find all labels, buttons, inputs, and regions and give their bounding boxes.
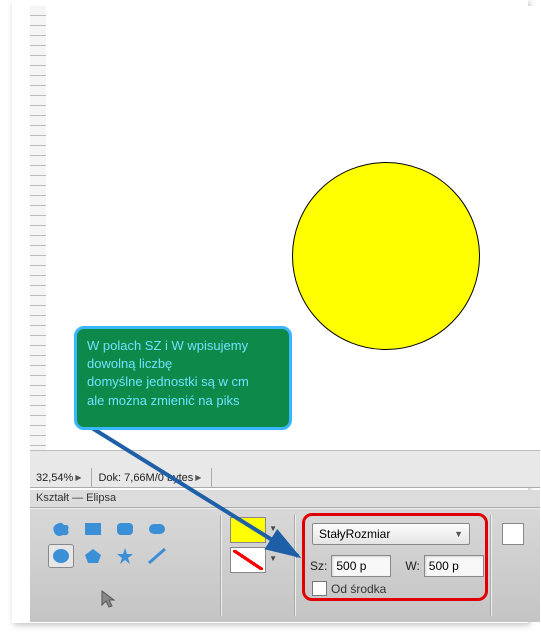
chevron-right-icon[interactable]: ▶ xyxy=(193,473,205,482)
tool-options-bar: ▼ ▼ StałyRozmiar ▼ Sz: W: Od środka xyxy=(30,508,540,622)
status-bar: 32,54% ▶ Dok: 7,66M/0 bytes ▶ xyxy=(30,468,540,488)
vertical-ruler xyxy=(30,6,47,450)
pill-shape-icon[interactable] xyxy=(144,517,170,541)
horizontal-scrollbar[interactable] xyxy=(30,450,540,470)
ellipse-shape[interactable] xyxy=(292,162,480,350)
chevron-right-icon[interactable]: ▶ xyxy=(73,473,85,482)
divider xyxy=(294,515,296,616)
chevron-down-icon[interactable]: ▼ xyxy=(269,524,277,533)
callout-text: dowolną liczbę xyxy=(87,355,279,373)
cursor-tool-icon[interactable] xyxy=(98,589,124,613)
chevron-down-icon[interactable]: ▼ xyxy=(269,554,277,563)
size-mode-dropdown[interactable]: StałyRozmiar ▼ xyxy=(312,523,470,545)
star-shape-icon[interactable] xyxy=(112,544,138,568)
chevron-down-icon: ▼ xyxy=(454,529,463,539)
divider xyxy=(220,515,222,616)
stroke-color-swatch[interactable]: ▼ xyxy=(230,547,266,573)
ellipse-shape-icon[interactable] xyxy=(48,544,74,568)
callout-text: ale można zmienić na piks xyxy=(87,392,279,410)
height-label: W: xyxy=(405,559,419,573)
from-center-label: Od środka xyxy=(331,582,386,596)
fill-color-swatch[interactable]: ▼ xyxy=(230,517,266,543)
tool-name-label: Kształt — Elipsa xyxy=(30,490,540,508)
zoom-level[interactable]: 32,54% xyxy=(36,472,73,484)
width-input[interactable] xyxy=(331,555,391,577)
style-swatch[interactable] xyxy=(502,523,524,545)
divider xyxy=(490,515,492,616)
width-label: Sz: xyxy=(310,559,327,573)
callout-text: domyślne jednostki są w cm xyxy=(87,373,279,391)
line-shape-icon[interactable] xyxy=(144,544,170,568)
height-input[interactable] xyxy=(424,555,484,577)
shape-palette xyxy=(48,517,220,571)
rounded-rectangle-shape-icon[interactable] xyxy=(112,517,138,541)
callout-text: W polach SZ i W wpisujemy xyxy=(87,337,279,355)
polygon-shape-icon[interactable] xyxy=(80,544,106,568)
annotation-callout: W polach SZ i W wpisujemy dowolną liczbę… xyxy=(74,326,292,430)
from-center-checkbox[interactable] xyxy=(312,581,327,596)
dropdown-value: StałyRozmiar xyxy=(319,527,390,541)
blob-shape-icon[interactable] xyxy=(48,517,74,541)
fill-stroke-swatches: ▼ ▼ xyxy=(230,517,290,577)
document-size: Dok: 7,66M/0 bytes ▶ xyxy=(92,468,212,487)
rectangle-shape-icon[interactable] xyxy=(80,517,106,541)
